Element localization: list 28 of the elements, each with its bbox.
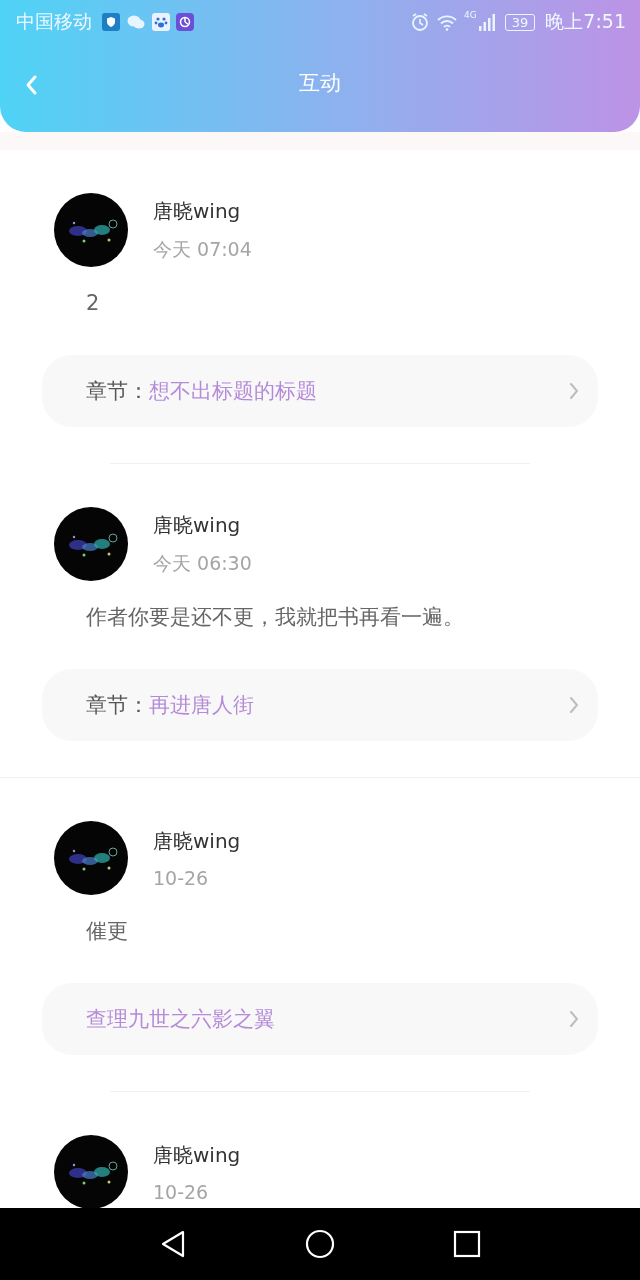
carrier-name: 中国移动	[16, 9, 92, 34]
wifi-icon	[436, 13, 459, 31]
comment-time: 10-26	[153, 866, 210, 889]
comment-time: 今天 07:04	[153, 236, 252, 262]
signal-icon	[478, 13, 495, 31]
chapter-link[interactable]: 章节：想不出标题的标题	[42, 355, 598, 427]
clock-time: 晚上7:51	[545, 9, 626, 34]
chevron-right-icon	[568, 381, 580, 401]
comment-text: 2	[86, 290, 101, 317]
comment-time: 10-26	[153, 1180, 210, 1203]
comment-text: 催更	[86, 918, 129, 945]
back-icon	[24, 74, 38, 96]
comment-text: 作者你要是还不更，我就把书再看一遍。	[86, 604, 465, 631]
user-name: 唐晓wing	[153, 1141, 241, 1169]
paw-icon	[152, 13, 170, 31]
chevron-right-icon	[568, 695, 580, 715]
network-label: 4G	[464, 10, 477, 20]
chevron-right-icon	[568, 1009, 580, 1029]
alarm-icon	[410, 12, 431, 32]
page-title: 互动	[299, 70, 341, 97]
user-name: 唐晓wing	[153, 827, 241, 855]
chapter-link[interactable]: 章节：再进唐人街	[42, 669, 598, 741]
user-name: 唐晓wing	[153, 197, 242, 225]
chat-icon	[126, 13, 146, 31]
comment-time: 今天 06:30	[153, 550, 252, 576]
battery-indicator: 39	[504, 13, 536, 31]
shield-icon	[102, 13, 120, 31]
user-name: 唐晓wing	[153, 511, 242, 539]
